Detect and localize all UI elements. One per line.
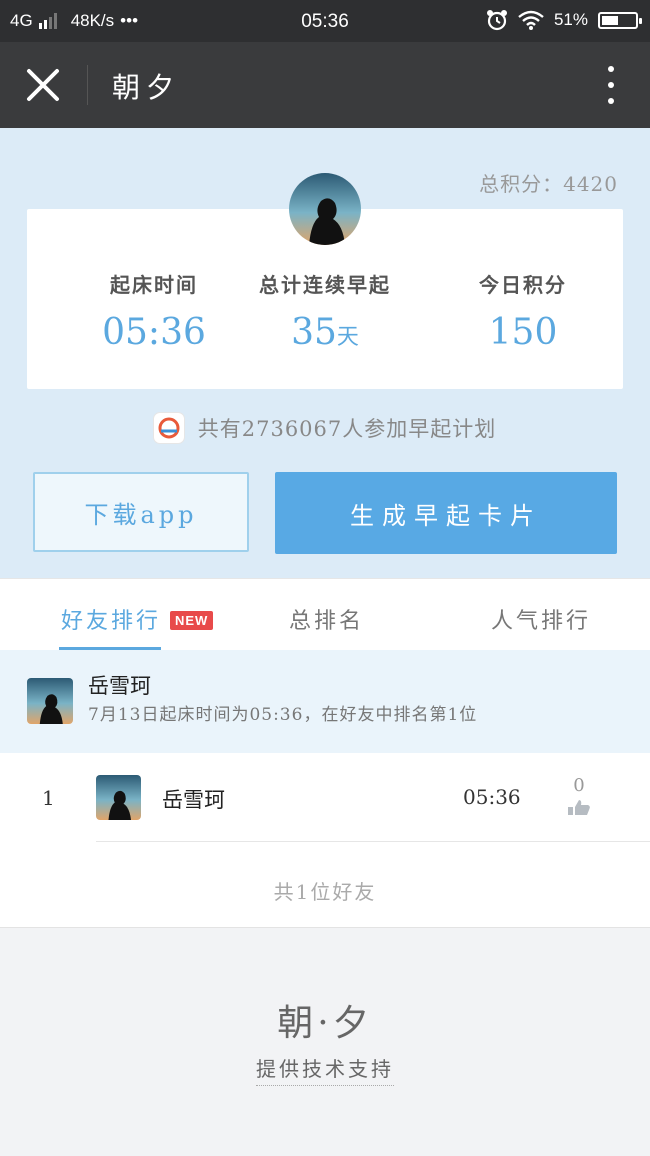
list-item[interactable]: 1 岳雪珂 05:36 0	[0, 753, 650, 842]
my-rank-desc: 7月13日起床时间为05:36，在好友中排名第1位	[88, 705, 478, 725]
more-icon[interactable]	[606, 66, 616, 104]
my-name: 岳雪珂	[88, 674, 151, 698]
avatar[interactable]	[289, 173, 361, 245]
avatar[interactable]	[96, 775, 141, 820]
page-title: 朝夕	[112, 71, 181, 104]
total-score: 总积分：4420	[479, 172, 618, 196]
alarm-icon	[486, 10, 507, 31]
stat-label: 总计连续早起	[259, 273, 391, 297]
close-icon[interactable]	[26, 68, 60, 102]
status-right: 51%	[486, 9, 642, 31]
battery-icon	[598, 11, 642, 29]
status-bar: 4G 48K/s ••• 05:36 51%	[0, 0, 650, 42]
generate-card-button[interactable]: 生成早起卡片	[275, 472, 617, 554]
like-count: 0	[573, 775, 585, 796]
stat-value: 05:36	[102, 312, 206, 353]
avatar	[27, 678, 73, 724]
tab-popularity[interactable]: 人气排行	[491, 603, 591, 635]
battery-percent: 51%	[553, 10, 588, 29]
download-app-button[interactable]: 下载app	[33, 472, 249, 552]
wifi-icon	[518, 10, 544, 30]
friend-name: 岳雪珂	[162, 788, 225, 812]
wake-time: 05:36	[463, 785, 521, 809]
footer-support: 提供技术支持	[0, 1053, 650, 1086]
stat-label: 今日积分	[479, 273, 567, 297]
participants-text: 共有2736067人参加早起计划	[197, 417, 497, 441]
nav-bar: 朝夕	[0, 42, 650, 128]
stat-streak: 总计连续早起 35天	[225, 269, 425, 353]
friend-leaderboard: 1 岳雪珂 05:36 0 共1位好友	[0, 753, 650, 928]
thumbs-up-icon	[568, 800, 590, 815]
hero-section: 总积分：4420 起床时间 05:36 总计连续早起 35天 今日积分 150 …	[0, 128, 650, 578]
my-rank-summary: 岳雪珂 7月13日起床时间为05:36，在好友中排名第1位	[0, 650, 650, 753]
participants-info: 共有2736067人参加早起计划	[0, 413, 650, 443]
zhaoxi-logo-icon	[153, 413, 184, 443]
tab-overall[interactable]: 总排名	[289, 603, 364, 635]
stat-value: 35天	[291, 312, 359, 353]
stat-label: 起床时间	[110, 273, 198, 297]
footer-support-text[interactable]: 提供技术支持	[256, 1057, 394, 1086]
stat-today-score: 今日积分 150	[423, 269, 623, 353]
like-button[interactable]: 0	[566, 775, 592, 821]
row-divider	[96, 841, 650, 842]
tab-friends[interactable]: 好友排行	[61, 603, 161, 635]
rank-tabs: 好友排行 NEW 总排名 人气排行	[0, 578, 650, 651]
nav-divider	[87, 65, 88, 105]
footer-logo: 朝·夕	[277, 1003, 373, 1044]
new-badge: NEW	[170, 611, 214, 630]
friend-count: 共1位好友	[273, 880, 377, 904]
rank-number: 1	[42, 786, 55, 810]
stat-wake-time: 起床时间 05:36	[54, 269, 254, 353]
stat-value: 150	[488, 312, 558, 353]
